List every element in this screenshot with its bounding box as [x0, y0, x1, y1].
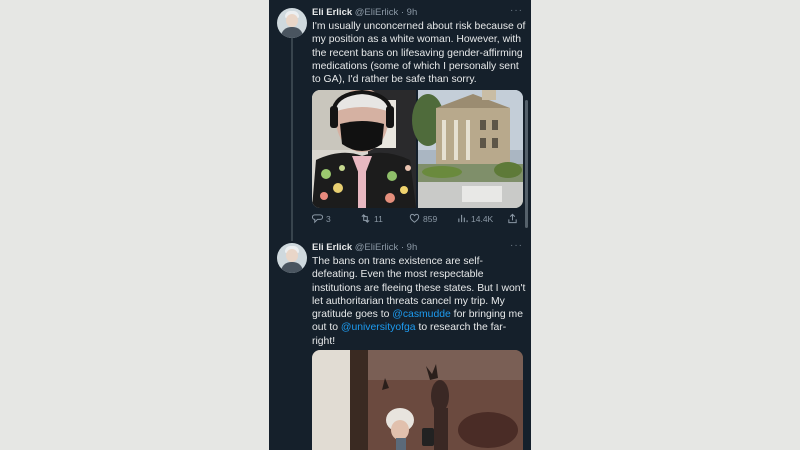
retweet-button[interactable]: 11: [360, 213, 383, 224]
more-dots-icon[interactable]: ···: [510, 240, 523, 251]
reply-button[interactable]: 3: [312, 213, 331, 224]
mention-link[interactable]: @casmudde: [392, 309, 451, 320]
tweet-actions: 3 11 859 14.4K: [312, 213, 522, 227]
author-handle[interactable]: @EliErlick: [355, 242, 398, 253]
more-dots-icon[interactable]: ···: [510, 5, 523, 16]
reply-icon: [312, 214, 323, 224]
tweet-media-photo[interactable]: [312, 350, 523, 450]
share-icon: [508, 213, 517, 224]
reply-count: 3: [326, 213, 331, 224]
tweet-header: Eli Erlick @EliErlick · 9h: [312, 7, 417, 18]
views-button[interactable]: 14.4K: [457, 213, 493, 224]
mention-link[interactable]: @universityofga: [341, 322, 416, 333]
like-count: 859: [423, 213, 438, 224]
tweet-media[interactable]: [312, 350, 523, 450]
tweet-media-photos[interactable]: [312, 90, 523, 208]
view-count: 14.4K: [471, 213, 494, 224]
tweet-thread-view: Eli Erlick @EliErlick · 9h ··· I'm usual…: [269, 0, 531, 450]
author-name[interactable]: Eli Erlick: [312, 7, 352, 18]
scrollbar[interactable]: [525, 100, 528, 228]
heart-icon: [409, 213, 420, 223]
like-button[interactable]: 859: [409, 213, 437, 224]
tweet-media-gallery[interactable]: [312, 90, 523, 208]
tweet-time[interactable]: · 9h: [401, 242, 417, 253]
avatar[interactable]: [277, 8, 307, 38]
thread-connector-line: [291, 38, 293, 241]
retweet-count: 11: [374, 213, 383, 224]
author-name[interactable]: Eli Erlick: [312, 242, 352, 253]
share-button[interactable]: [507, 213, 518, 224]
retweet-icon: [361, 214, 370, 223]
author-handle[interactable]: @EliErlick: [355, 7, 398, 18]
tweet-text: I'm usually unconcerned about risk becau…: [312, 21, 526, 86]
tweet-time[interactable]: · 9h: [401, 7, 417, 18]
views-icon: [458, 214, 468, 223]
tweet-text: The bans on trans existence are self-def…: [312, 255, 526, 348]
avatar[interactable]: [277, 243, 307, 273]
tweet-header: Eli Erlick @EliErlick · 9h: [312, 242, 417, 253]
